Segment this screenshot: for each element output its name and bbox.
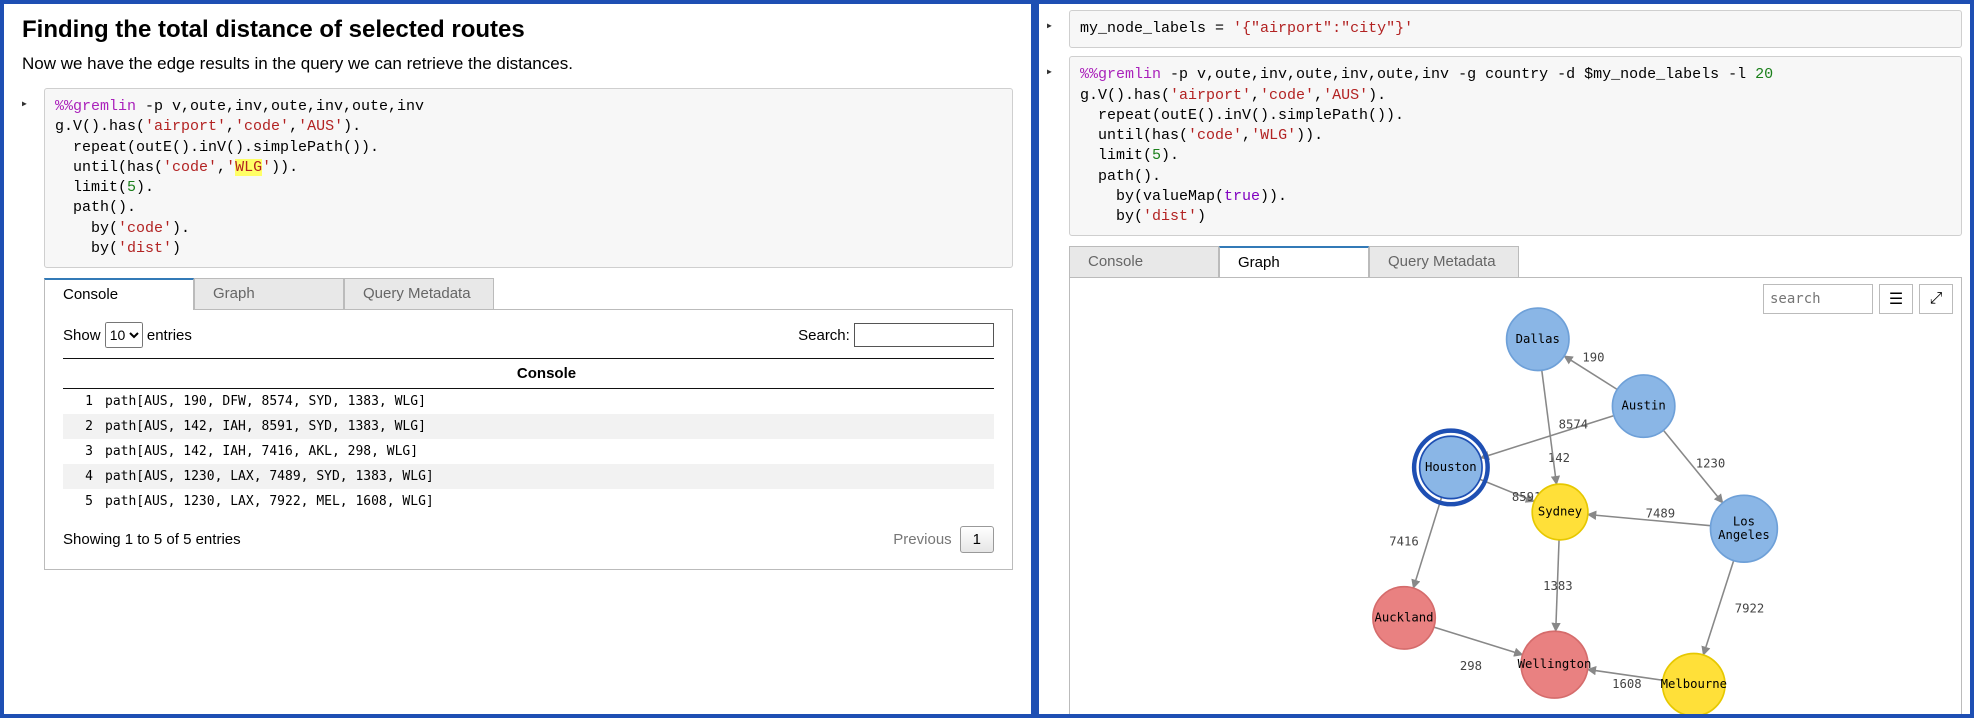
code-cell-gremlin[interactable]: %%gremlin -p v,oute,inv,oute,inv,oute,in… xyxy=(1047,56,1962,236)
edge-label: 1608 xyxy=(1612,677,1642,691)
output-tabs-right: Console Graph Query Metadata xyxy=(1069,246,1962,277)
edge-label: 190 xyxy=(1582,351,1604,365)
tab-graph[interactable]: Graph xyxy=(1219,246,1369,277)
node-label: Wellington xyxy=(1518,657,1592,671)
node-label: Angeles xyxy=(1718,528,1770,542)
table-row: 4path[AUS, 1230, LAX, 7489, SYD, 1383, W… xyxy=(63,464,994,489)
code-input[interactable]: %%gremlin -p v,oute,inv,oute,inv,oute,in… xyxy=(1069,56,1962,236)
search-control: Search: xyxy=(798,323,994,347)
page-1-button[interactable]: 1 xyxy=(960,526,994,553)
edge-label: 7489 xyxy=(1646,507,1676,521)
table-row: 3path[AUS, 142, IAH, 7416, AKL, 298, WLG… xyxy=(63,439,994,464)
node-label: Auckland xyxy=(1375,611,1434,625)
edge-label: 142 xyxy=(1548,451,1570,465)
tab-metadata[interactable]: Query Metadata xyxy=(344,278,494,309)
output-tabs: Console Graph Query Metadata xyxy=(44,278,1013,309)
table-row: 5path[AUS, 1230, LAX, 7922, MEL, 1608, W… xyxy=(63,489,994,514)
graph-output[interactable]: ☰ ⤢ 190142123085748591741674897922138329… xyxy=(1069,277,1962,718)
table-row: 2path[AUS, 142, IAH, 8591, SYD, 1383, WL… xyxy=(63,414,994,439)
right-panel: my_node_labels = '{"airport":"city"}' %%… xyxy=(1035,0,1974,718)
edge-label: 1230 xyxy=(1696,457,1726,471)
run-icon[interactable] xyxy=(1047,16,1052,34)
node-label: Sydney xyxy=(1538,505,1582,519)
prev-button[interactable]: Previous xyxy=(893,531,951,548)
console-output: Show 10 entries Search: Console 1path[AU… xyxy=(44,309,1013,570)
node-label: Austin xyxy=(1622,399,1666,413)
results-table: Console 1path[AUS, 190, DFW, 8574, SYD, … xyxy=(63,358,994,514)
edge-label: 1383 xyxy=(1543,579,1573,593)
page-subtitle: Now we have the edge results in the quer… xyxy=(22,54,1013,74)
tab-console[interactable]: Console xyxy=(44,278,194,309)
table-info: Showing 1 to 5 of 5 entries xyxy=(63,531,241,548)
graph-svg[interactable]: 1901421230857485917416748979221383298160… xyxy=(1070,278,1961,718)
node-label: Melbourne xyxy=(1661,677,1727,691)
code-input[interactable]: my_node_labels = '{"airport":"city"}' xyxy=(1069,10,1962,48)
code-cell-vars[interactable]: my_node_labels = '{"airport":"city"}' xyxy=(1047,10,1962,48)
edge-label: 7922 xyxy=(1735,602,1765,616)
tab-console[interactable]: Console xyxy=(1069,246,1219,277)
edge-label: 298 xyxy=(1460,659,1482,673)
fullscreen-icon[interactable]: ⤢ xyxy=(1919,284,1953,314)
page-title: Finding the total distance of selected r… xyxy=(22,16,1013,44)
entries-select[interactable]: 10 xyxy=(105,322,143,348)
run-icon[interactable] xyxy=(1047,62,1052,80)
edge-label: 7416 xyxy=(1389,535,1419,549)
col-console: Console xyxy=(99,359,994,389)
search-input[interactable] xyxy=(854,323,994,347)
node-label: Dallas xyxy=(1516,332,1560,346)
edge-label: 8574 xyxy=(1559,418,1589,432)
tab-graph[interactable]: Graph xyxy=(194,278,344,309)
code-cell-left[interactable]: %%gremlin -p v,oute,inv,oute,inv,oute,in… xyxy=(22,88,1013,268)
code-input[interactable]: %%gremlin -p v,oute,inv,oute,inv,oute,in… xyxy=(44,88,1013,268)
table-row: 1path[AUS, 190, DFW, 8574, SYD, 1383, WL… xyxy=(63,389,994,415)
left-panel: Finding the total distance of selected r… xyxy=(0,0,1035,718)
legend-icon[interactable]: ☰ xyxy=(1879,284,1913,314)
graph-search-input[interactable] xyxy=(1763,284,1873,314)
node-label: Houston xyxy=(1425,460,1477,474)
pager: Previous 1 xyxy=(893,526,994,553)
graph-edge[interactable] xyxy=(1434,627,1523,655)
run-icon[interactable] xyxy=(22,94,27,112)
graph-edge[interactable] xyxy=(1542,370,1557,484)
graph-edge[interactable] xyxy=(1703,561,1733,655)
tab-metadata[interactable]: Query Metadata xyxy=(1369,246,1519,277)
node-label: Los xyxy=(1733,515,1755,529)
entries-control: Show 10 entries xyxy=(63,322,192,348)
